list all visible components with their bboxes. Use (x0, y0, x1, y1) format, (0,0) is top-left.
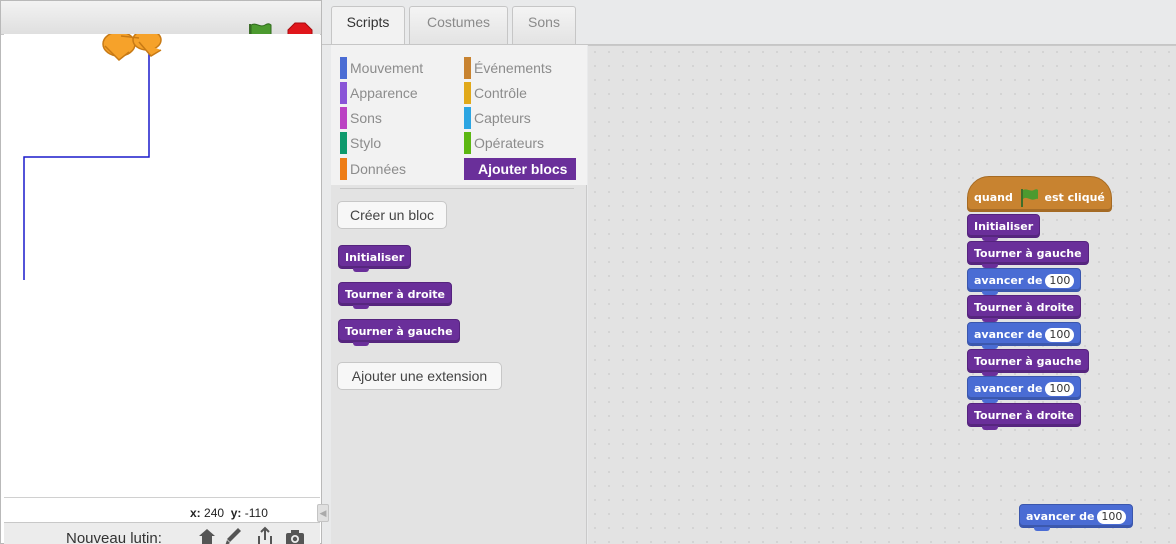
add-extension-button[interactable]: Ajouter une extension (337, 362, 502, 390)
block-label: avancer de (974, 328, 1043, 341)
palette-block-tourner-droite[interactable]: Tourner à droite (338, 282, 452, 309)
script-block-avancer[interactable]: avancer de 100 (967, 322, 1082, 349)
category-capteurs[interactable]: Capteurs (464, 107, 582, 129)
number-input[interactable]: 100 (1045, 328, 1075, 342)
category-swatch (464, 82, 471, 104)
cat-sprite (102, 29, 162, 62)
script-block-tourner-gauche[interactable]: Tourner à gauche (967, 349, 1089, 376)
category-sons[interactable]: Sons (340, 107, 458, 129)
when-flag-clicked-block[interactable]: quand est cliqué (967, 176, 1112, 212)
mouse-coordinates: x: 240 y: -110 (190, 506, 268, 520)
category-label: Données (350, 161, 407, 177)
x-value: 240 (204, 506, 225, 520)
category-label: Apparence (350, 85, 418, 101)
palette-divider (340, 188, 574, 189)
block-label: avancer de (1026, 510, 1095, 523)
scratch-editor: x: 240 y: -110 ◀ Nouveau lutin: Scripts … (0, 0, 1176, 544)
category-label: Capteurs (474, 110, 531, 126)
script-block-tourner-droite[interactable]: Tourner à droite (967, 403, 1081, 430)
hat-suffix: est cliqué (1044, 191, 1105, 204)
script-block-initialiser[interactable]: Initialiser (967, 214, 1041, 241)
category-stylo[interactable]: Stylo (340, 132, 458, 154)
category-swatch (340, 57, 347, 79)
scripts-area[interactable] (588, 45, 1176, 544)
palette-block-tourner-gauche[interactable]: Tourner à gauche (338, 319, 460, 346)
number-input[interactable]: 100 (1045, 274, 1075, 288)
new-sprite-label: Nouveau lutin: (66, 530, 162, 544)
script-block-tourner-droite[interactable]: Tourner à droite (967, 295, 1081, 322)
block-label: avancer de (974, 382, 1043, 395)
scripts-area-border (588, 45, 1176, 46)
script-block-avancer[interactable]: avancer de 100 (967, 376, 1082, 403)
category-evenements[interactable]: Événements (464, 57, 582, 79)
category-donnees[interactable]: Données (340, 158, 458, 180)
category-operateurs[interactable]: Opérateurs (464, 132, 582, 154)
green-flag-icon (1020, 189, 1038, 207)
category-ajouter-blocs[interactable]: Ajouter blocs (464, 158, 576, 180)
category-label: Contrôle (474, 85, 527, 101)
category-swatch (464, 107, 471, 129)
category-label: Stylo (350, 135, 382, 151)
category-swatch (340, 158, 347, 180)
tab-sons[interactable]: Sons (512, 6, 576, 44)
loose-block-avancer[interactable]: avancer de 100 (1019, 504, 1134, 531)
category-swatch (464, 57, 471, 79)
category-swatch (340, 82, 347, 104)
tab-scripts[interactable]: Scripts (331, 6, 405, 46)
stage-canvas[interactable] (4, 29, 320, 498)
category-swatch (340, 107, 347, 129)
number-input[interactable]: 100 (1097, 510, 1127, 524)
category-apparence[interactable]: Apparence (340, 82, 458, 104)
x-label: x: (190, 506, 201, 520)
paint-brush-icon[interactable] (222, 526, 244, 544)
camera-icon[interactable] (284, 526, 306, 544)
category-controle[interactable]: Contrôle (464, 82, 582, 104)
category-swatch (340, 132, 347, 154)
category-mouvement[interactable]: Mouvement (340, 57, 458, 79)
script-block-tourner-gauche[interactable]: Tourner à gauche (967, 241, 1089, 268)
category-label: Ajouter blocs (478, 161, 568, 177)
number-input[interactable]: 100 (1045, 382, 1075, 396)
script-block-avancer[interactable]: avancer de 100 (967, 268, 1082, 295)
y-label: y: (230, 506, 242, 520)
category-label: Mouvement (350, 60, 424, 76)
pen-drawing (23, 29, 162, 280)
category-swatch (464, 132, 471, 154)
hat-prefix: quand (974, 191, 1013, 204)
palette-block-initialiser[interactable]: Initialiser (338, 245, 412, 272)
category-label: Événements (474, 60, 552, 76)
collapse-stage-handle[interactable]: ◀ (317, 504, 329, 522)
category-label: Sons (350, 110, 382, 126)
y-value: -110 (244, 506, 268, 520)
category-label: Opérateurs (474, 135, 545, 151)
sprite-library-icon[interactable] (196, 526, 218, 544)
tab-costumes[interactable]: Costumes (409, 6, 508, 44)
create-block-button[interactable]: Créer un bloc (337, 201, 447, 229)
block-label: avancer de (974, 274, 1043, 287)
upload-icon[interactable] (254, 526, 276, 544)
